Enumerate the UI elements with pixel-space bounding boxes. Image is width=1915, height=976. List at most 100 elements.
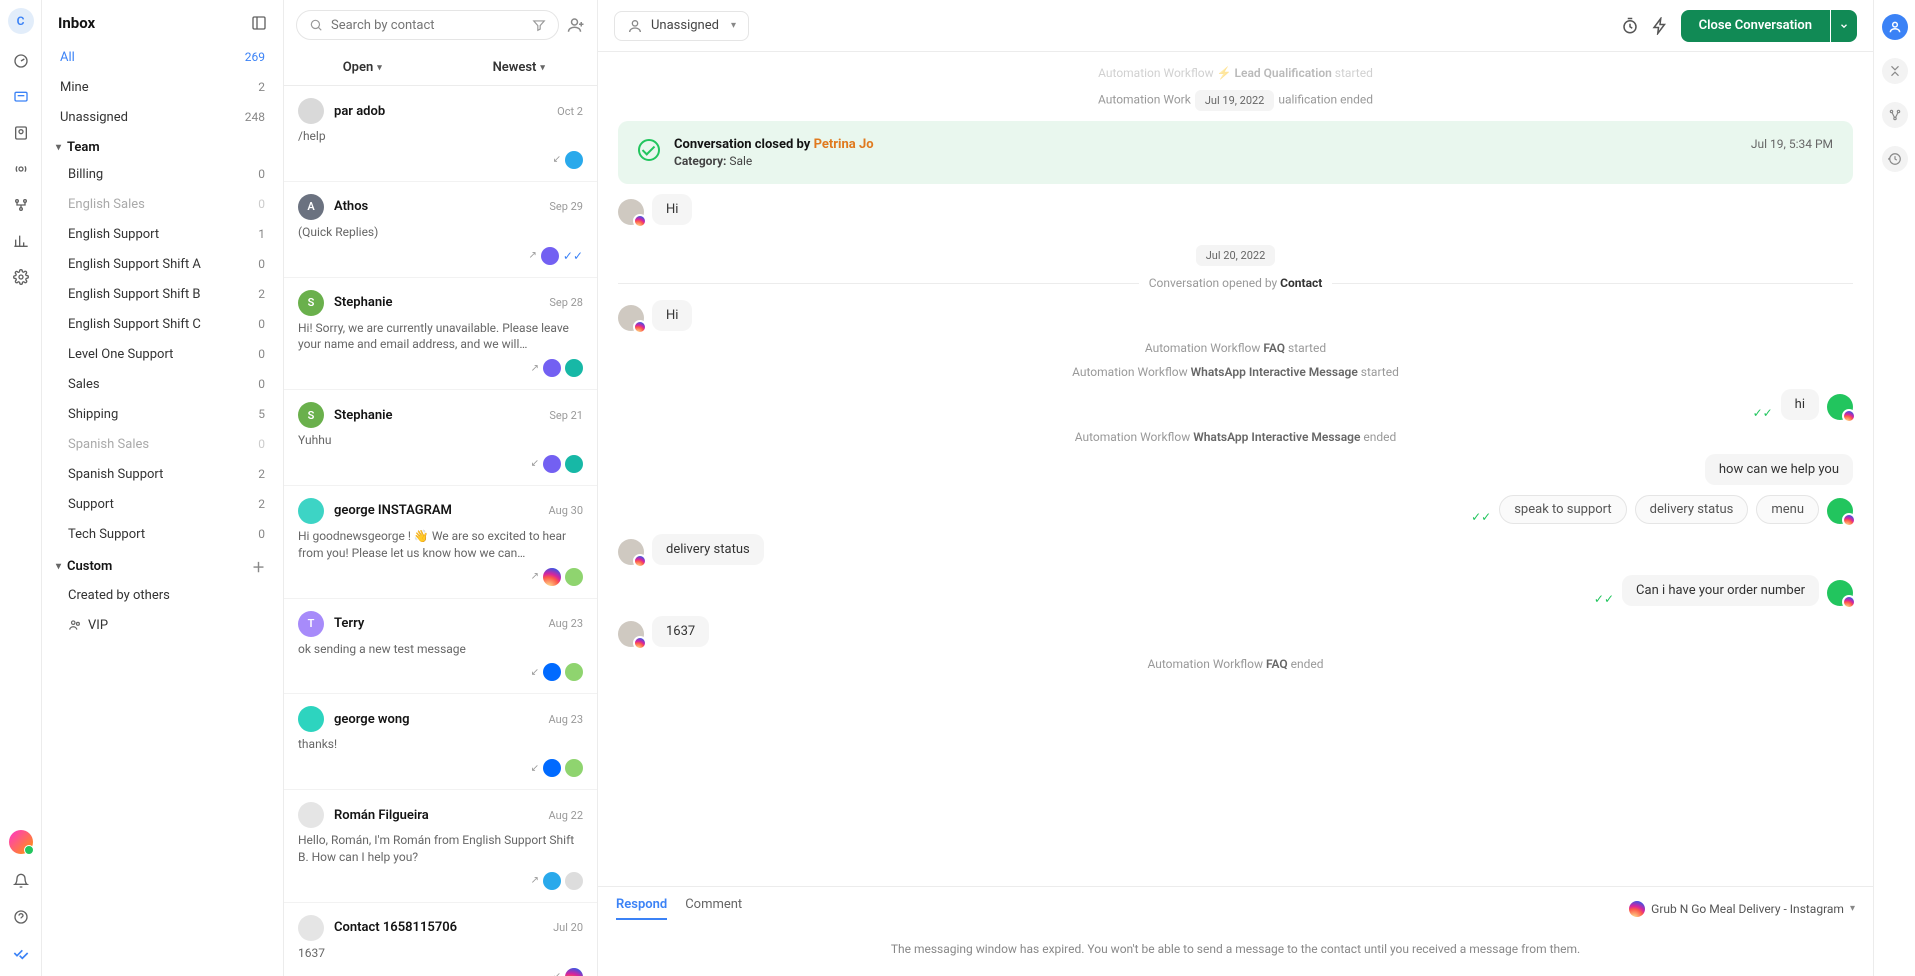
green-badge-icon: [565, 663, 583, 681]
green-badge-icon: [565, 759, 583, 777]
conversation-preview: /help: [298, 128, 583, 145]
assignee-selector[interactable]: Unassigned ▾: [614, 11, 749, 41]
closed-title: Conversation closed by Petrina Jo: [674, 137, 874, 152]
quick-reply-option[interactable]: menu: [1756, 495, 1819, 524]
team-item[interactable]: Sales0: [62, 369, 271, 399]
team-item[interactable]: Billing0: [62, 159, 271, 189]
date-pill: Jul 20, 2022: [1196, 245, 1276, 266]
conversation-item[interactable]: SStephanieSep 21Yuhhu↙: [284, 390, 597, 486]
assignee-label: Unassigned: [651, 18, 719, 33]
bot-avatar: [1827, 394, 1853, 420]
team-item[interactable]: Spanish Sales0: [62, 429, 271, 459]
inbox-filter-unassigned[interactable]: Unassigned248: [54, 102, 271, 132]
add-custom-icon[interactable]: ＋: [252, 557, 265, 576]
inbox-filter-all[interactable]: All269: [54, 42, 271, 72]
search-input[interactable]: [331, 18, 524, 33]
channel-selector[interactable]: Grub N Go Meal Delivery - Instagram ▾: [1629, 897, 1855, 920]
conversation-item[interactable]: george INSTAGRAMAug 30Hi goodnewsgeorge …: [284, 486, 597, 599]
team-item[interactable]: Tech Support0: [62, 519, 271, 549]
team-item[interactable]: Spanish Support2: [62, 459, 271, 489]
inbox-layout-icon[interactable]: [251, 15, 267, 31]
workspace-avatar[interactable]: C: [8, 8, 34, 34]
custom-item[interactable]: Created by others: [62, 580, 271, 610]
team-item[interactable]: English Support Shift C0: [62, 309, 271, 339]
instagram-badge-icon: [543, 568, 561, 586]
add-contact-icon[interactable]: [567, 16, 585, 34]
direction-arrow-icon: ↙: [531, 458, 539, 469]
current-user-avatar[interactable]: [9, 830, 33, 854]
tab-newest[interactable]: Newest▾: [441, 50, 598, 85]
inbox-filter-mine[interactable]: Mine2: [54, 72, 271, 102]
bolt-icon[interactable]: [1651, 17, 1669, 35]
search-input-wrapper[interactable]: [296, 10, 559, 40]
tab-respond[interactable]: Respond: [616, 897, 667, 920]
read-ticks-icon: ✓✓: [1471, 510, 1491, 524]
broadcast-nav-icon[interactable]: [12, 160, 30, 178]
contact-avatar: S: [298, 290, 324, 316]
message-bubble: delivery status: [652, 534, 764, 565]
message-row: Hi: [618, 194, 1853, 225]
tab-comment[interactable]: Comment: [685, 897, 742, 920]
team-item[interactable]: English Support1: [62, 219, 271, 249]
contact-details-icon[interactable]: [1882, 14, 1908, 40]
inbox-nav-icon[interactable]: [12, 88, 30, 106]
conversation-item[interactable]: AAthosSep 29(Quick Replies)↗✓✓: [284, 182, 597, 278]
message-bubble: how can we help you: [1705, 454, 1853, 485]
chevron-down-icon: ▾: [540, 63, 545, 73]
left-rail: C: [0, 0, 42, 976]
conversation-date: Jul 20: [553, 921, 583, 934]
message-row: how can we help you: [618, 454, 1853, 485]
contact-avatar: T: [298, 611, 324, 637]
notifications-icon[interactable]: [12, 872, 30, 890]
message-bubble: Can i have your order number: [1622, 575, 1819, 606]
custom-item[interactable]: VIP: [62, 610, 271, 640]
message-row: delivery status: [618, 534, 1853, 565]
conversation-item[interactable]: par adobOct 2/help↙: [284, 86, 597, 182]
team-item[interactable]: Support2: [62, 489, 271, 519]
custom-section-header[interactable]: ▾ Custom ＋: [54, 549, 271, 580]
quick-reply-option[interactable]: speak to support: [1499, 495, 1626, 524]
settings-nav-icon[interactable]: [12, 268, 30, 286]
reports-nav-icon[interactable]: [12, 232, 30, 250]
instagram-badge-icon: [565, 968, 583, 976]
help-icon[interactable]: [12, 908, 30, 926]
history-icon[interactable]: [1882, 146, 1908, 172]
timer-icon[interactable]: [1621, 17, 1639, 35]
conversation-item[interactable]: Román FilgueiraAug 22Hello, Román, I'm R…: [284, 790, 597, 903]
workflow-nav-icon[interactable]: [12, 196, 30, 214]
contact-name: Athos: [334, 199, 539, 214]
mark-all-done-icon[interactable]: [12, 944, 30, 962]
filter-icon[interactable]: [532, 18, 546, 32]
dashboard-icon[interactable]: [12, 52, 30, 70]
close-conversation-dropdown[interactable]: [1831, 10, 1857, 42]
team-item[interactable]: Level One Support0: [62, 339, 271, 369]
team-item[interactable]: English Support Shift B2: [62, 279, 271, 309]
instagram-badge-icon: [633, 636, 647, 650]
telegram-badge-icon: [543, 872, 561, 890]
team-section-header[interactable]: ▾ Team: [54, 132, 271, 159]
chevron-down-icon: ▾: [1850, 903, 1855, 914]
team-item[interactable]: Shipping5: [62, 399, 271, 429]
merge-icon[interactable]: [1882, 58, 1908, 84]
contact-name: george wong: [334, 712, 539, 727]
conversation-item[interactable]: SStephanieSep 28Hi! Sorry, we are curren…: [284, 278, 597, 391]
close-conversation-button[interactable]: Close Conversation: [1681, 10, 1830, 42]
tab-open[interactable]: Open▾: [284, 50, 441, 85]
conversation-preview: thanks!: [298, 736, 583, 753]
team-item[interactable]: English Sales0: [62, 189, 271, 219]
viber-badge-icon: [543, 455, 561, 473]
conversation-item[interactable]: TTerryAug 23ok sending a new test messag…: [284, 599, 597, 695]
quick-reply-option[interactable]: delivery status: [1635, 495, 1749, 524]
system-line: Automation Workflow FAQ started: [618, 341, 1853, 355]
team-item[interactable]: English Support Shift A0: [62, 249, 271, 279]
activity-icon[interactable]: [1882, 102, 1908, 128]
direction-arrow-icon: ↗: [531, 875, 539, 886]
conversation-item[interactable]: george wongAug 23thanks!↙: [284, 694, 597, 790]
contact-avatar: [298, 98, 324, 124]
conversation-header: Unassigned ▾ Close Conversation: [598, 0, 1873, 52]
contacts-nav-icon[interactable]: [12, 124, 30, 142]
conversation-item[interactable]: Contact 1658115706Jul 201637↙: [284, 903, 597, 976]
contact-avatar: [618, 621, 644, 647]
message-bubble: 1637: [652, 616, 709, 647]
direction-arrow-icon: ↗: [529, 250, 537, 261]
